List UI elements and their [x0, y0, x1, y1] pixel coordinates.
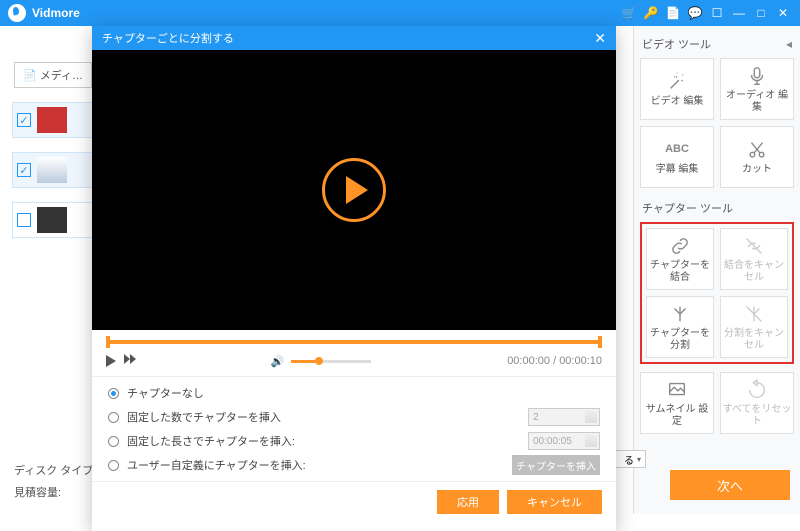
- reset-icon: [746, 379, 768, 401]
- link-icon: [669, 235, 691, 257]
- play-small-icon[interactable]: [106, 355, 116, 367]
- length-spinner[interactable]: 00:00:05: [528, 432, 600, 450]
- tool-merge-chapter[interactable]: チャプターを結合: [646, 228, 714, 290]
- apply-button[interactable]: 応用: [437, 490, 499, 514]
- chapter-tools-highlight: チャプターを結合 結合をキャンセル チャプターを分割 分割をキャンセル: [640, 222, 794, 364]
- insert-chapter-button[interactable]: チャプターを挿入: [512, 455, 600, 475]
- option-no-chapter[interactable]: チャプターなし: [108, 381, 600, 405]
- chapter-tools-header: チャプター ツール: [642, 200, 733, 216]
- volume-slider[interactable]: [291, 360, 371, 363]
- tool-split-cancel[interactable]: 分割をキャンセル: [720, 296, 788, 358]
- dialog-title: チャプターごとに分割する: [102, 30, 234, 46]
- next-button[interactable]: 次へ: [670, 470, 790, 500]
- close-icon[interactable]: ✕: [774, 4, 792, 22]
- chapter-split-dialog: チャプターごとに分割する ✕ 🔊 00:00:00 / 00:00:10 チ: [92, 26, 616, 531]
- timecode: 00:00:00 / 00:00:10: [507, 355, 602, 367]
- play-icon: [346, 176, 368, 204]
- capacity-label: 見積容量:: [14, 484, 61, 500]
- wand-icon: [666, 71, 688, 93]
- disk-type-label: ディスク タイプ: [14, 462, 93, 478]
- volume-icon[interactable]: 🔊: [271, 354, 285, 368]
- collapse-icon[interactable]: ◂: [786, 37, 792, 51]
- tool-reset-all[interactable]: すべてをリセット: [720, 372, 794, 434]
- dialog-close-icon[interactable]: ✕: [594, 30, 606, 47]
- radio-icon[interactable]: [108, 436, 119, 447]
- radio-icon[interactable]: [108, 412, 119, 423]
- radio-icon[interactable]: [108, 460, 119, 471]
- checkbox-icon[interactable]: ✓: [17, 113, 31, 127]
- radio-icon[interactable]: [108, 388, 119, 399]
- checkbox-icon[interactable]: [17, 213, 31, 227]
- scissors-icon: [746, 139, 768, 161]
- minimize-icon[interactable]: —: [730, 4, 748, 22]
- video-tools-header: ビデオ ツール: [642, 36, 711, 52]
- checkbox-icon[interactable]: ✓: [17, 163, 31, 177]
- split-icon: [669, 303, 691, 325]
- video-preview[interactable]: [92, 50, 616, 330]
- cancel-button[interactable]: キャンセル: [507, 490, 602, 514]
- play-button[interactable]: [322, 158, 386, 222]
- unlink-icon: [743, 235, 765, 257]
- option-fixed-count[interactable]: 固定した数でチャプターを挿入2: [108, 405, 600, 429]
- thumbnail: [37, 157, 67, 183]
- thumbnail: [37, 107, 67, 133]
- doc-icon[interactable]: 📄: [664, 4, 682, 22]
- tool-video-edit[interactable]: ビデオ 編集: [640, 58, 714, 120]
- count-spinner[interactable]: 2: [528, 408, 600, 426]
- add-media-button[interactable]: 📄 メディ…: [14, 62, 92, 88]
- fast-forward-icon[interactable]: [124, 354, 140, 368]
- app-logo: [8, 4, 26, 22]
- abc-icon: ABC: [666, 139, 688, 161]
- seek-bar[interactable]: [106, 340, 602, 344]
- microphone-icon: [746, 65, 768, 87]
- tool-split-chapter[interactable]: チャプターを分割: [646, 296, 714, 358]
- tool-thumbnail[interactable]: サムネイル 設定: [640, 372, 714, 434]
- tool-audio-edit[interactable]: オーディオ 編集: [720, 58, 794, 120]
- thumbnail: [37, 207, 67, 233]
- maximize-icon[interactable]: □: [752, 4, 770, 22]
- tool-merge-cancel[interactable]: 結合をキャンセル: [720, 228, 788, 290]
- option-custom[interactable]: ユーザー自定義にチャプターを挿入:チャプターを挿入: [108, 453, 600, 477]
- tool-cut[interactable]: カット: [720, 126, 794, 188]
- image-icon: [666, 379, 688, 401]
- option-fixed-length[interactable]: 固定した長さでチャプターを挿入:00:00:05: [108, 429, 600, 453]
- key-icon[interactable]: 🔑: [642, 4, 660, 22]
- tool-subtitle-edit[interactable]: ABC字幕 編集: [640, 126, 714, 188]
- feedback-icon[interactable]: ☐: [708, 4, 726, 22]
- cart-icon[interactable]: 🛒: [620, 4, 638, 22]
- split-cancel-icon: [743, 303, 765, 325]
- chat-icon[interactable]: 💬: [686, 4, 704, 22]
- app-name: Vidmore: [32, 6, 80, 20]
